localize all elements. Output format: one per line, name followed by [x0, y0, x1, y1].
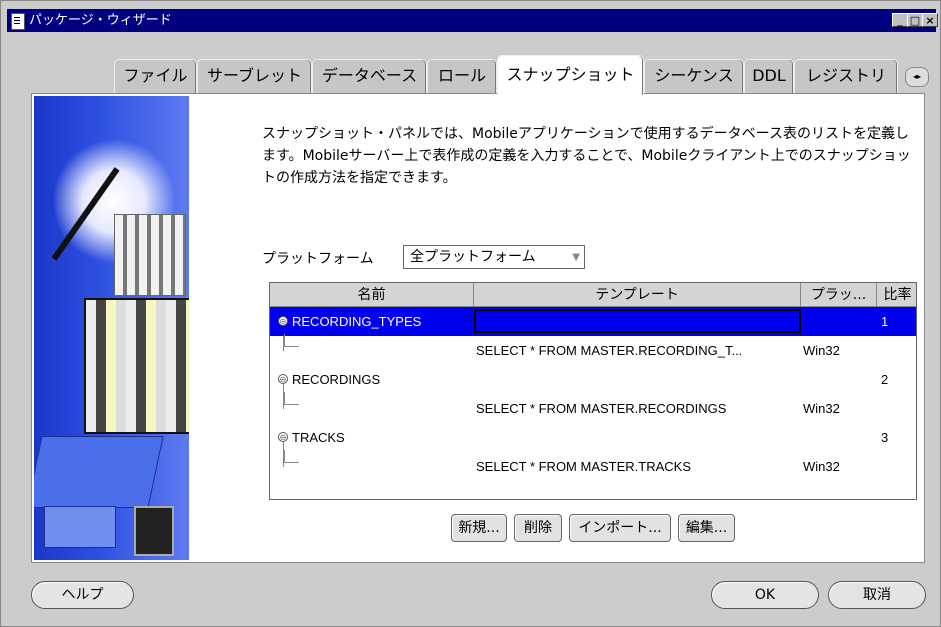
cancel-button[interactable]: 取消	[828, 581, 926, 609]
table-row[interactable]: SELECT * FROM MASTER.RECORDINGS Win32	[270, 392, 916, 423]
table-row[interactable]: SELECT * FROM MASTER.TRACKS Win32	[270, 450, 916, 481]
document-icon	[11, 13, 25, 30]
laptop-icon	[34, 436, 164, 508]
collapse-node-icon[interactable]: ⊖	[278, 432, 288, 442]
row-template: SELECT * FROM MASTER.RECORDINGS	[476, 401, 727, 416]
platform-select[interactable]: 全プラットフォーム ▼	[403, 245, 585, 269]
title-bar: パッケージ・ウィザード _ □ ×	[7, 9, 938, 32]
pda-icon	[134, 506, 174, 556]
tab-snapshot[interactable]: スナップショット	[497, 55, 644, 95]
wizard-window: パッケージ・ウィザード _ □ × ファイル サーブレット データベース ロール…	[0, 0, 941, 627]
row-template: SELECT * FROM MASTER.TRACKS	[476, 459, 692, 474]
edit-button[interactable]: 編集...	[678, 514, 735, 542]
column-header-ratio[interactable]: 比率	[877, 283, 916, 307]
row-platform: Win32	[803, 459, 840, 474]
row-name: RECORDINGS	[292, 372, 381, 387]
tab-database[interactable]: データベース	[312, 59, 427, 93]
platform-selected-value: 全プラットフォーム	[410, 249, 536, 265]
table-sheet-icon	[114, 214, 186, 296]
row-name: RECORDING_TYPES	[292, 314, 422, 329]
column-header-name[interactable]: 名前	[270, 283, 474, 307]
tab-ddl[interactable]: DDL	[744, 59, 794, 93]
tab-role[interactable]: ロール	[427, 59, 497, 93]
snapshot-table: 名前 テンプレート プラッ... 比率 ⊖ RECORDING_TYPES 1 …	[269, 282, 917, 500]
new-button[interactable]: 新規...	[451, 514, 507, 542]
table-row[interactable]: ⊖ RECORDING_TYPES 1	[270, 307, 916, 336]
tab-sequence[interactable]: シーケンス	[644, 59, 744, 93]
ok-button[interactable]: OK	[711, 581, 819, 609]
row-ratio: 3	[881, 430, 889, 445]
maximize-button[interactable]: □	[907, 13, 923, 27]
row-template: SELECT * FROM MASTER.RECORDING_T...	[476, 343, 743, 358]
window-title: パッケージ・ウィザード	[29, 13, 172, 28]
chevron-down-icon: ▼	[572, 252, 580, 263]
close-button[interactable]: ×	[922, 13, 938, 27]
table-row[interactable]: ⊖ RECORDINGS 2	[270, 365, 916, 394]
help-button[interactable]: ヘルプ	[31, 581, 134, 609]
minimize-button[interactable]: _	[892, 13, 908, 27]
column-header-platform[interactable]: プラッ...	[801, 283, 877, 307]
tree-leaf-icon	[284, 334, 299, 347]
table-row[interactable]: SELECT * FROM MASTER.RECORDING_T... Win3…	[270, 334, 916, 365]
row-ratio: 2	[881, 372, 889, 387]
handheld-pc-icon	[44, 506, 116, 548]
tree-leaf-icon	[284, 392, 299, 405]
template-edit-field[interactable]	[474, 309, 801, 333]
collapse-node-icon[interactable]: ⊖	[278, 374, 288, 384]
row-ratio: 1	[881, 314, 889, 329]
wizard-illustration	[34, 96, 189, 560]
row-platform: Win32	[803, 343, 840, 358]
row-name: TRACKS	[292, 430, 345, 445]
tab-registry[interactable]: レジストリ	[794, 59, 898, 93]
delete-button[interactable]: 削除	[514, 514, 562, 542]
tab-servlet[interactable]: サーブレット	[197, 59, 312, 93]
tree-leaf-icon	[284, 450, 299, 463]
row-platform: Win32	[803, 401, 840, 416]
table-row[interactable]: ⊖ TRACKS 3	[270, 423, 916, 452]
platform-label: プラットフォーム	[262, 251, 374, 267]
magnified-table-icon	[84, 298, 189, 434]
collapse-node-icon[interactable]: ⊖	[278, 316, 288, 326]
import-button[interactable]: インポート...	[569, 514, 671, 542]
tab-file[interactable]: ファイル	[114, 59, 197, 93]
panel-description: スナップショット・パネルでは、Mobileアプリケーションで使用するデータベース…	[262, 126, 911, 186]
column-header-template[interactable]: テンプレート	[474, 283, 801, 307]
tab-scroll-arrows-icon[interactable]: ◂▸	[905, 67, 929, 87]
